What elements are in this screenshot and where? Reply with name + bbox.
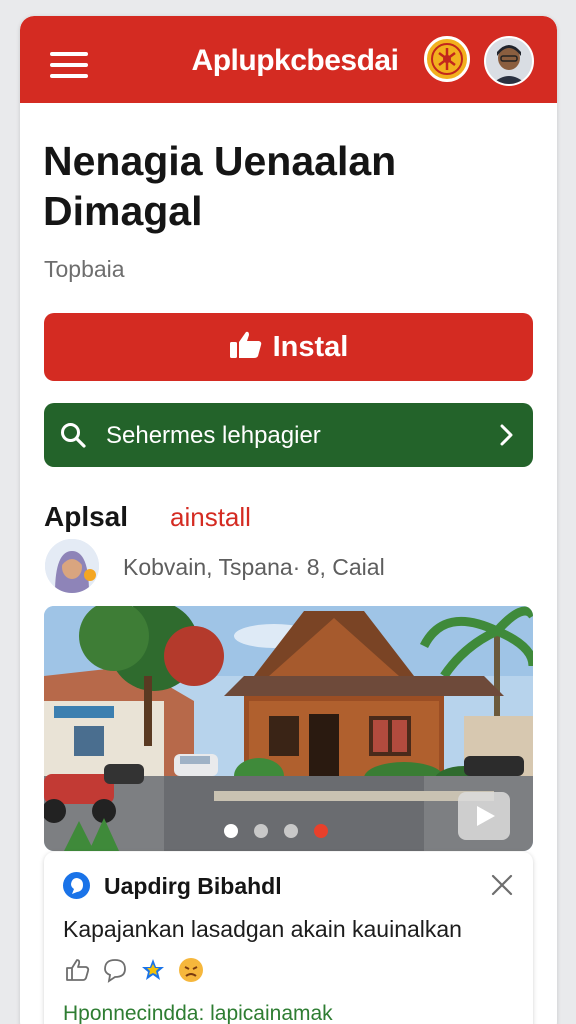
notification-footer: Hponnecindda: lapicainamak	[63, 1002, 333, 1024]
carousel-dot[interactable]	[284, 824, 298, 838]
emblem-logo	[424, 36, 470, 82]
search-button-label: Sehermes lehpagier	[106, 422, 321, 449]
top-app-bar: Aplupkcbesdai	[20, 16, 557, 103]
carousel-dot[interactable]	[254, 824, 268, 838]
carousel-dot-active[interactable]	[314, 824, 328, 838]
notification-title: Uapdirg Bibahdl	[104, 873, 282, 899]
thumbs-up-icon	[229, 330, 263, 365]
app-title: Aplupkcbesdai	[191, 44, 399, 77]
carousel-dot[interactable]	[224, 824, 238, 838]
section-install-link[interactable]: ainstall	[170, 502, 251, 533]
app-badge-icon	[63, 872, 90, 899]
notification-body: Kapajankan lasadgan akain kauinalkan	[63, 916, 462, 942]
search-icon	[60, 422, 86, 453]
comment-icon[interactable]	[101, 956, 129, 984]
close-icon[interactable]	[491, 874, 513, 901]
page-title: Nenagia Uenaalan Dimagal	[43, 138, 397, 234]
reaction-bar	[63, 956, 205, 984]
notification-card[interactable]: Uapdirg Bibahdl Kapajankan lasadgan akai…	[44, 852, 533, 1024]
hamburger-menu-icon[interactable]	[50, 52, 88, 78]
play-button[interactable]	[458, 792, 510, 840]
chevron-right-icon	[499, 423, 515, 452]
install-button-label: Instal	[272, 330, 349, 363]
search-button[interactable]: Sehermes lehpagier	[44, 403, 533, 467]
app-card: Aplupkcbesdai Nenagia Uenaalan Dimagal T…	[20, 16, 557, 1024]
section-title: Aplsal	[44, 501, 129, 532]
user-avatar[interactable]	[484, 36, 534, 86]
page-subtitle: Topbaia	[44, 256, 125, 282]
install-button[interactable]: Instal	[44, 313, 533, 381]
angry-face-icon[interactable]	[177, 956, 205, 984]
author-avatar[interactable]	[45, 539, 99, 593]
carousel-indicators	[224, 824, 328, 838]
thumbs-up-icon[interactable]	[63, 956, 91, 984]
star-icon[interactable]	[139, 956, 167, 984]
author-meta: Kobvain, Tspana· 8, Caial	[123, 554, 385, 580]
